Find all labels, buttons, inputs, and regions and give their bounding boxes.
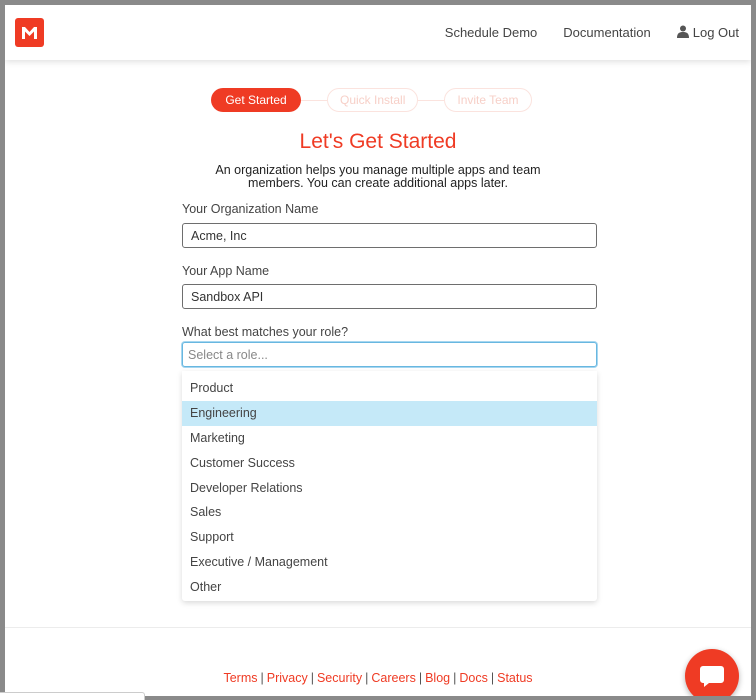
step-get-started[interactable]: Get Started: [211, 88, 301, 112]
role-option-support[interactable]: Support: [182, 525, 597, 550]
footer-links: Terms | Privacy | Security | Careers | Blog | Docs…: [223, 671, 533, 685]
step-quick-install[interactable]: Quick Install: [327, 88, 419, 112]
schedule-demo-link[interactable]: Schedule Demo: [445, 25, 538, 40]
chat-icon: [700, 666, 724, 687]
footer-link-status[interactable]: Status: [497, 671, 532, 685]
footer-divider: [5, 627, 751, 628]
logout-link[interactable]: Log Out: [676, 25, 739, 41]
role-dropdown-menu: Product Engineering Marketing Customer S…: [182, 371, 597, 601]
footer-link-security[interactable]: Security: [317, 671, 362, 685]
footer-link-terms[interactable]: Terms: [223, 671, 257, 685]
logo-icon[interactable]: [15, 18, 44, 47]
page-subtitle: An organization helps you manage multipl…: [215, 163, 541, 190]
step-connector: [418, 99, 445, 101]
role-option-engineering[interactable]: Engineering: [182, 400, 597, 426]
role-option-product[interactable]: Product: [182, 376, 597, 401]
org-name-label: Your Organization Name: [182, 202, 319, 216]
documentation-link[interactable]: Documentation: [563, 25, 650, 40]
user-icon: [676, 25, 689, 41]
footer-link-docs[interactable]: Docs: [459, 671, 487, 685]
onboarding-stepper: Get Started Quick Install Invite Team: [211, 88, 532, 112]
chat-launcher-button[interactable]: [685, 649, 739, 696]
role-option-marketing[interactable]: Marketing: [182, 426, 597, 451]
footer-link-blog[interactable]: Blog: [425, 671, 450, 685]
page-title: Let's Get Started: [299, 130, 457, 153]
app-window: Schedule Demo Documentation Log Out Get …: [5, 5, 751, 696]
footer-link-careers[interactable]: Careers: [371, 671, 415, 685]
step-connector: [301, 99, 327, 101]
header-nav: Schedule Demo Documentation Log Out: [419, 5, 739, 60]
role-option-developer-relations[interactable]: Developer Relations: [182, 475, 597, 500]
role-option-executive[interactable]: Executive / Management: [182, 550, 597, 575]
role-option-sales[interactable]: Sales: [182, 500, 597, 525]
logout-label: Log Out: [692, 25, 739, 40]
role-option-customer-success[interactable]: Customer Success: [182, 450, 597, 475]
footer-link-privacy[interactable]: Privacy: [267, 671, 308, 685]
org-name-input[interactable]: Acme, Inc: [182, 223, 597, 248]
role-label: What best matches your role?: [182, 325, 349, 339]
top-header: Schedule Demo Documentation Log Out: [5, 5, 751, 60]
app-name-label: Your App Name: [182, 264, 270, 278]
step-invite-team[interactable]: Invite Team: [444, 88, 532, 112]
role-select-input[interactable]: Select a role...: [182, 342, 597, 367]
app-name-input[interactable]: Sandbox API: [182, 284, 597, 309]
role-option-other[interactable]: Other: [182, 574, 597, 599]
scroll-indicator: [0, 692, 145, 700]
